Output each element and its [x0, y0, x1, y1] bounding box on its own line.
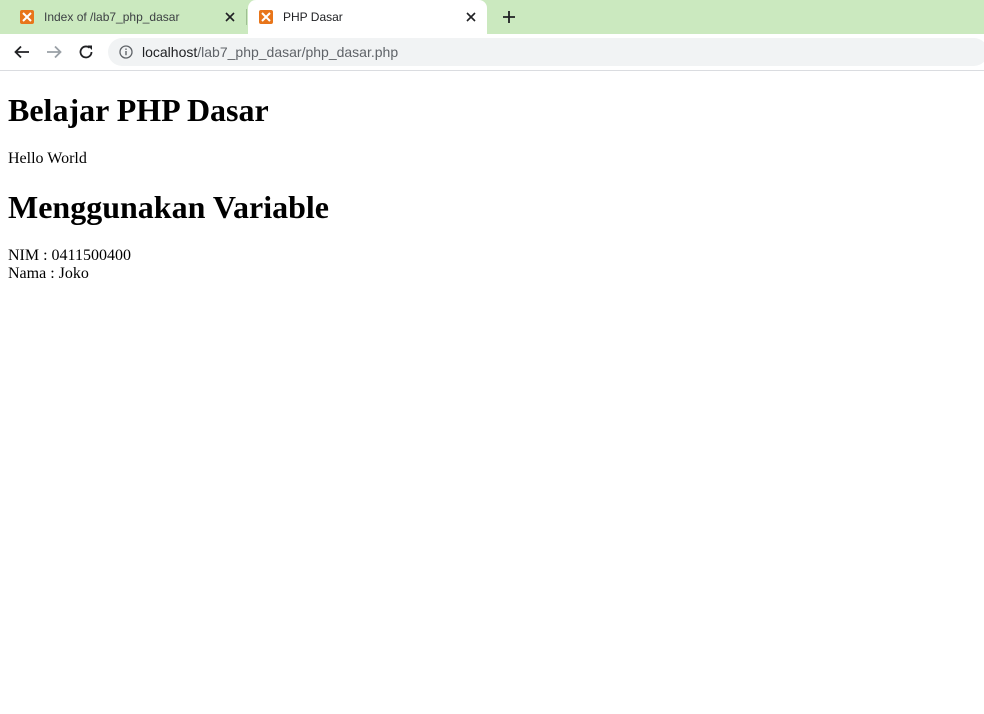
tab-divider	[246, 9, 247, 25]
tab-php-dasar[interactable]: PHP Dasar	[248, 0, 487, 34]
reload-icon	[79, 45, 93, 59]
url-path: /lab7_php_dasar/php_dasar.php	[197, 44, 399, 60]
page-heading: Belajar PHP Dasar	[8, 92, 269, 128]
reload-button[interactable]	[74, 40, 98, 64]
plus-icon	[503, 11, 515, 23]
close-icon[interactable]	[461, 7, 481, 27]
url-host: localhost	[142, 44, 198, 60]
tab-title: Index of /lab7_php_dasar	[44, 10, 180, 24]
info-icon[interactable]	[118, 44, 134, 60]
new-tab-button[interactable]	[497, 5, 521, 29]
close-icon[interactable]	[220, 7, 240, 27]
hello-text: Hello World	[8, 150, 87, 167]
browser-toolbar: localhost/lab7_php_dasar/php_dasar.php	[0, 34, 984, 71]
tab-index-of-lab7[interactable]: Index of /lab7_php_dasar	[0, 0, 246, 34]
back-button[interactable]	[10, 40, 34, 64]
nim-line: NIM : 0411500400	[8, 247, 131, 264]
nama-line: Nama : Joko	[8, 265, 89, 282]
arrow-right-icon	[47, 45, 62, 59]
xampp-favicon-icon	[20, 10, 34, 24]
address-bar[interactable]: localhost/lab7_php_dasar/php_dasar.php	[108, 38, 984, 66]
page-content: Belajar PHP Dasar Hello World Menggunaka…	[8, 71, 976, 283]
tab-strip: Index of /lab7_php_dasar PHP Dasar	[0, 0, 984, 34]
tab-title: PHP Dasar	[283, 10, 343, 24]
section-heading: Menggunakan Variable	[8, 189, 329, 225]
arrow-left-icon	[14, 45, 29, 59]
forward-button[interactable]	[42, 40, 66, 64]
xampp-favicon-icon	[259, 10, 273, 24]
